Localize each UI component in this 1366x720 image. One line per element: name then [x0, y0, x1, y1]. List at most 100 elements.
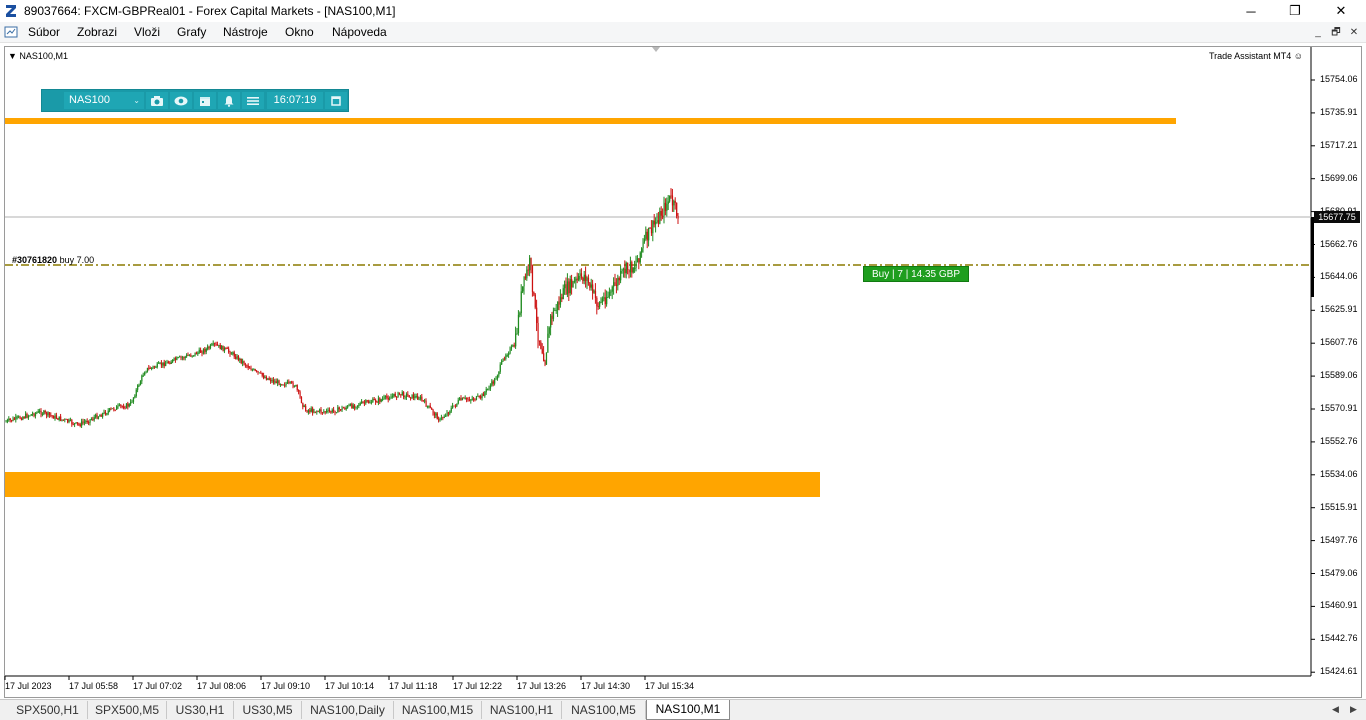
candle-body — [267, 378, 269, 380]
candle-body — [335, 412, 338, 414]
candle-body — [547, 333, 549, 353]
candle-body — [638, 258, 640, 263]
price-tick-label: 15625.91 — [1320, 304, 1358, 315]
alert-button[interactable] — [218, 92, 240, 109]
candle-body — [354, 405, 356, 408]
candle-body — [438, 419, 440, 421]
candle-body — [481, 393, 483, 399]
candle-body — [520, 291, 522, 314]
candle-body — [418, 399, 420, 400]
candle-body — [243, 361, 245, 365]
candle-body — [607, 295, 609, 298]
tab-spx500-h1[interactable]: SPX500,H1 — [8, 701, 88, 719]
candle-body — [148, 367, 150, 369]
detach-button[interactable] — [325, 92, 347, 109]
price-scale-marker — [1311, 217, 1314, 297]
candle-body — [292, 382, 294, 387]
tab-nas100-m5[interactable]: NAS100,M5 — [562, 701, 646, 719]
menu-button[interactable] — [242, 92, 264, 109]
candle-body — [201, 352, 203, 354]
candle-body — [228, 348, 230, 352]
candle-body — [617, 277, 619, 286]
candle-body — [394, 393, 396, 397]
candle-body — [652, 220, 654, 234]
candle-body — [288, 381, 290, 383]
candle-body — [296, 385, 298, 390]
calendar-button[interactable] — [194, 92, 216, 109]
candle-body — [485, 389, 487, 393]
candle-body — [408, 395, 410, 398]
candle-body — [289, 381, 291, 383]
tab-nas100-m15[interactable]: NAS100,M15 — [394, 701, 482, 719]
candle-body — [379, 398, 381, 402]
tab-nas100-h1[interactable]: NAS100,H1 — [482, 701, 562, 719]
price-tick-label: 15552.76 — [1320, 435, 1358, 446]
support-zone[interactable] — [5, 472, 820, 497]
candle-body — [219, 344, 221, 350]
price-candles — [5, 188, 679, 429]
candle-body — [359, 403, 361, 406]
candle-body — [664, 202, 667, 211]
candle-body — [629, 261, 632, 273]
candle-body — [620, 271, 622, 281]
candle-body — [650, 228, 653, 234]
shift-marker-icon[interactable] — [652, 47, 660, 52]
candle-body — [648, 227, 650, 241]
candle-body — [356, 405, 359, 407]
visibility-button[interactable] — [170, 92, 192, 109]
tab-nas100-daily[interactable]: NAS100,Daily — [302, 701, 394, 719]
candle-body — [519, 313, 521, 315]
candle-body — [163, 362, 165, 367]
time-tick-label: 17 Jul 09:10 — [261, 681, 311, 691]
candle-body — [20, 418, 23, 420]
tab-us30-m5[interactable]: US30,M5 — [234, 701, 302, 719]
candle-body — [97, 416, 100, 419]
candle-body — [585, 274, 587, 281]
candle-body — [83, 421, 86, 423]
candle-body — [618, 277, 620, 281]
candle-body — [439, 418, 441, 421]
candle-body — [628, 269, 630, 273]
candle-body — [452, 405, 454, 409]
candle-body — [596, 297, 598, 307]
screenshot-button[interactable] — [146, 92, 168, 109]
tab-scroll-left-icon[interactable]: ◀ — [1332, 704, 1339, 715]
candle-body — [39, 410, 41, 412]
candle-body — [237, 355, 240, 361]
candle-body — [625, 262, 627, 274]
resistance-zone[interactable] — [5, 118, 1176, 124]
candle-body — [449, 411, 451, 414]
symbol-select[interactable]: NAS100 ⌄ — [64, 92, 144, 109]
tab-us30-h1[interactable]: US30,H1 — [167, 701, 234, 719]
candle-body — [226, 348, 228, 349]
candle-body — [524, 276, 527, 279]
candle-body — [614, 282, 616, 285]
tab-nas100-m1[interactable]: NAS100,M1 — [646, 700, 730, 720]
candle-body — [345, 407, 347, 410]
candle-body — [344, 408, 346, 410]
candle-body — [608, 291, 611, 296]
candle-body — [512, 345, 514, 347]
candle-body — [85, 421, 87, 422]
candle-body — [302, 402, 304, 407]
candle-body — [244, 364, 247, 366]
tab-scroll-right-icon[interactable]: ▶ — [1350, 704, 1357, 715]
candle-body — [153, 366, 156, 368]
candle-body — [414, 396, 416, 399]
candle-body — [233, 352, 235, 357]
candle-body — [362, 401, 364, 403]
candle-body — [499, 364, 501, 372]
collapse-triangle-icon[interactable]: ▼ — [8, 51, 19, 61]
order-label[interactable]: #30761820 buy 7.00 — [12, 255, 94, 265]
time-tick-label: 17 Jul 10:14 — [325, 681, 375, 691]
tab-spx500-m5[interactable]: SPX500,M5 — [88, 701, 167, 719]
position-profit-box[interactable]: Buy | 7 | 14.35 GBP — [863, 266, 969, 282]
candle-body — [303, 405, 305, 407]
candle-body — [279, 384, 282, 386]
candle-body — [375, 399, 377, 403]
candle-body — [347, 405, 349, 408]
price-tick-label: 15607.76 — [1320, 337, 1358, 348]
candle-body — [600, 302, 602, 303]
candle-body — [578, 275, 580, 280]
candle-body — [72, 424, 74, 425]
